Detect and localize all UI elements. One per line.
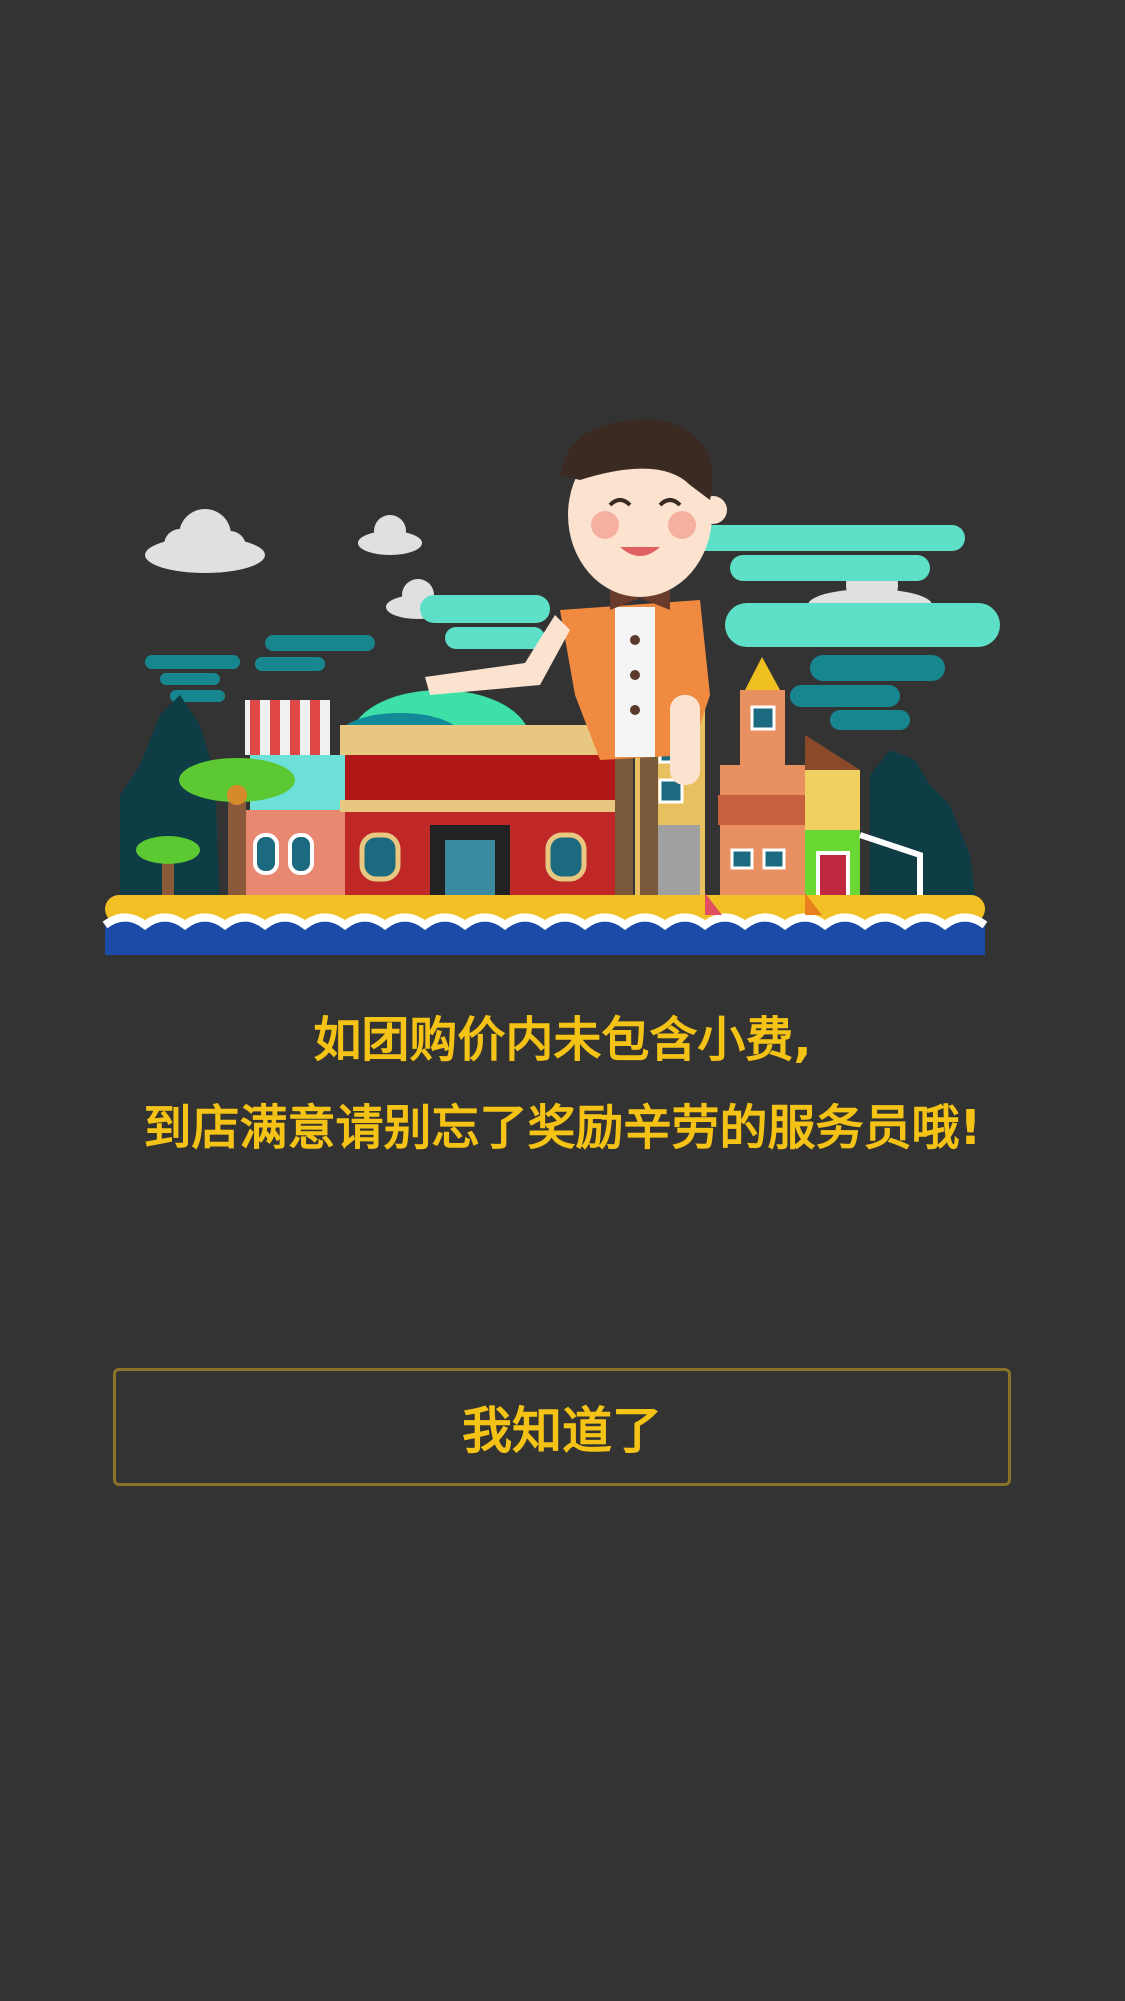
acknowledge-button[interactable]: 我知道了 (113, 1368, 1011, 1486)
tip-notice-line-2: 到店满意请别忘了奖励辛劳的服务员哦! (143, 1100, 982, 1156)
tip-reminder-screen: 如团购价内未包含小费, 到店满意请别忘了奖励辛劳的服务员哦! 我知道了 (0, 0, 1125, 2001)
tip-notice-line-1: 如团购价内未包含小费, (313, 1012, 812, 1068)
waiter-street-illustration-icon (102, 419, 1000, 955)
